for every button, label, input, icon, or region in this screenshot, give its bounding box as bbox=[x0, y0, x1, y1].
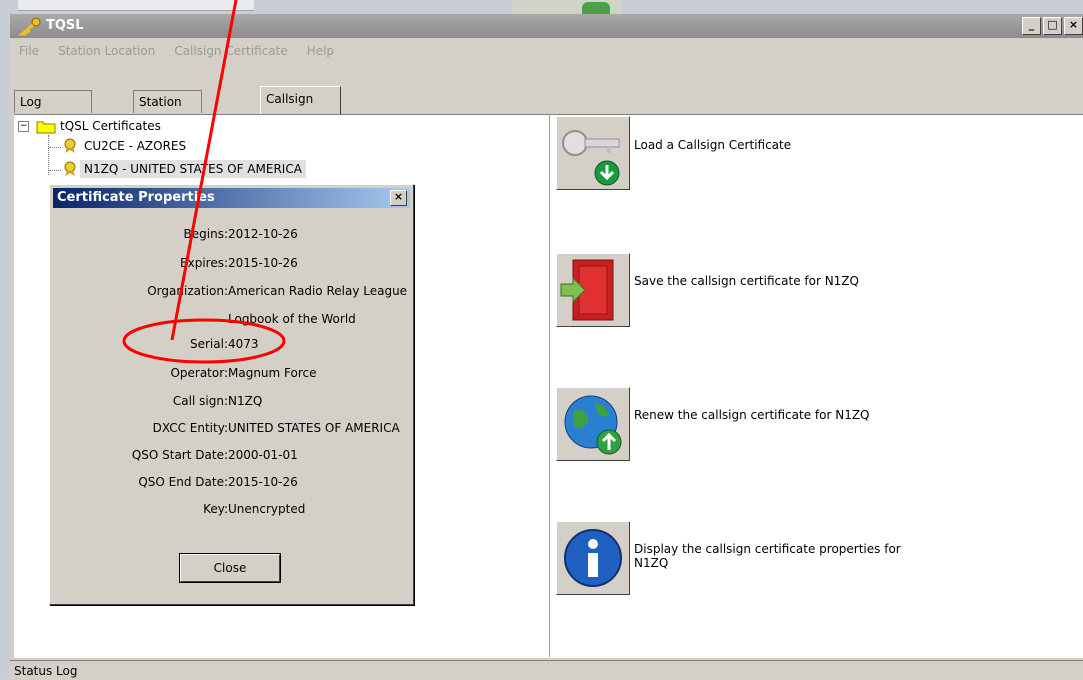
property-value: American Radio Relay League bbox=[228, 284, 408, 298]
property-value: Magnum Force bbox=[228, 366, 317, 380]
tree-line bbox=[49, 170, 61, 171]
key-icon bbox=[17, 16, 42, 39]
property-value: 2015-10-26 bbox=[228, 475, 298, 489]
menu-file[interactable]: File bbox=[19, 44, 39, 64]
property-value: Unencrypted bbox=[228, 502, 306, 516]
property-value: 4073 bbox=[228, 337, 259, 351]
property-key: Key: bbox=[203, 502, 228, 516]
menu-help[interactable]: Help bbox=[307, 44, 334, 64]
property-value: 2000-01-01 bbox=[228, 448, 298, 462]
property-key: QSO Start Date: bbox=[131, 448, 228, 462]
property-key: Call sign: bbox=[172, 394, 228, 408]
property-key: Begins: bbox=[183, 227, 228, 241]
app-title-bar[interactable]: TQSL _ □ × bbox=[10, 14, 1083, 38]
property-key: Organization: bbox=[147, 284, 228, 298]
property-value: Logbook of the World bbox=[228, 312, 356, 326]
tab-callsign-certificates[interactable]: Callsign Certificates bbox=[260, 86, 341, 130]
property-operator: Operator: Magnum Force bbox=[50, 366, 413, 386]
dialog-close-icon[interactable]: × bbox=[390, 190, 407, 206]
key-download-icon bbox=[557, 130, 629, 192]
background-window-fragment bbox=[582, 2, 610, 14]
maximize-button[interactable]: □ bbox=[1043, 17, 1062, 35]
tree-line bbox=[49, 147, 61, 148]
status-log-label: Status Log bbox=[14, 664, 78, 678]
background-window-strip bbox=[0, 0, 1083, 14]
property-key: DXCC Entity: bbox=[152, 421, 228, 435]
save-certificate-button[interactable] bbox=[556, 253, 630, 327]
renew-certificate-button[interactable] bbox=[556, 387, 630, 461]
tab-station-locations[interactable]: Station Locations bbox=[133, 90, 202, 131]
close-window-button[interactable]: × bbox=[1064, 17, 1083, 35]
property-call-sign: Call sign: N1ZQ bbox=[50, 394, 413, 414]
dialog-title-bar[interactable]: Certificate Properties × bbox=[53, 188, 410, 208]
property-key: Operator: bbox=[170, 366, 228, 380]
property-dxcc-entity: DXCC Entity: UNITED STATES OF AMERICA bbox=[50, 421, 413, 441]
info-icon bbox=[557, 529, 629, 597]
property-qso-end-date: QSO End Date: 2015-10-26 bbox=[50, 475, 413, 495]
panel-divider[interactable] bbox=[549, 114, 550, 657]
certificate-icon bbox=[62, 161, 78, 182]
tree-item-label: N1ZQ - UNITED STATES OF AMERICA bbox=[80, 160, 306, 178]
property-value: N1ZQ bbox=[228, 394, 263, 408]
minimize-button[interactable]: _ bbox=[1022, 17, 1041, 35]
background-window-fragment bbox=[18, 0, 254, 11]
save-certificate-label: Save the callsign certificate for N1ZQ bbox=[634, 274, 859, 288]
tree-item-label: CU2CE - AZORES bbox=[84, 139, 187, 153]
property-begins: Begins: 2012-10-26 bbox=[50, 227, 413, 247]
app-title: TQSL bbox=[46, 18, 84, 33]
save-door-icon bbox=[557, 259, 629, 329]
tab-log-operations[interactable]: Log Operations bbox=[14, 90, 92, 131]
load-certificate-button[interactable] bbox=[556, 116, 630, 190]
property-value: UNITED STATES OF AMERICA bbox=[228, 421, 400, 435]
display-properties-button[interactable] bbox=[556, 521, 630, 595]
property-expires: Expires: 2015-10-26 bbox=[50, 256, 413, 276]
status-bar: Status Log bbox=[10, 660, 1083, 680]
folder-icon bbox=[36, 120, 56, 139]
display-properties-label: Display the callsign certificate propert… bbox=[634, 542, 901, 570]
tree-line bbox=[48, 135, 49, 175]
property-value: 2015-10-26 bbox=[228, 256, 298, 270]
property-key: QSO End Date: bbox=[138, 475, 228, 489]
property-key: Expires: bbox=[180, 256, 228, 270]
certificate-icon bbox=[62, 138, 78, 159]
background-edge bbox=[0, 14, 10, 679]
property-value: 2012-10-26 bbox=[228, 227, 298, 241]
load-certificate-label: Load a Callsign Certificate bbox=[634, 138, 792, 152]
renew-certificate-label: Renew the callsign certificate for N1ZQ bbox=[634, 408, 870, 422]
close-button[interactable]: Close bbox=[180, 554, 280, 582]
certificate-properties-dialog: Certificate Properties × Begins: 2012-10… bbox=[49, 184, 414, 605]
property-key: Serial: bbox=[190, 337, 228, 351]
property-key-status: Key: Unencrypted bbox=[50, 502, 413, 522]
property-serial: Serial: 4073 bbox=[50, 337, 413, 357]
tree-root-label: tQSL Certificates bbox=[60, 119, 161, 133]
menu-station-location[interactable]: Station Location bbox=[58, 44, 155, 64]
menu-callsign-certificate[interactable]: Callsign Certificate bbox=[174, 44, 287, 64]
property-organization: Organization: American Radio Relay Leagu… bbox=[50, 284, 413, 304]
property-organization-unit: Logbook of the World bbox=[50, 312, 413, 332]
collapse-icon[interactable]: − bbox=[18, 121, 29, 132]
menu-bar: File Station Location Callsign Certifica… bbox=[10, 44, 344, 64]
property-qso-start-date: QSO Start Date: 2000-01-01 bbox=[50, 448, 413, 468]
globe-upload-icon bbox=[557, 395, 629, 463]
dialog-title: Certificate Properties bbox=[57, 190, 215, 205]
